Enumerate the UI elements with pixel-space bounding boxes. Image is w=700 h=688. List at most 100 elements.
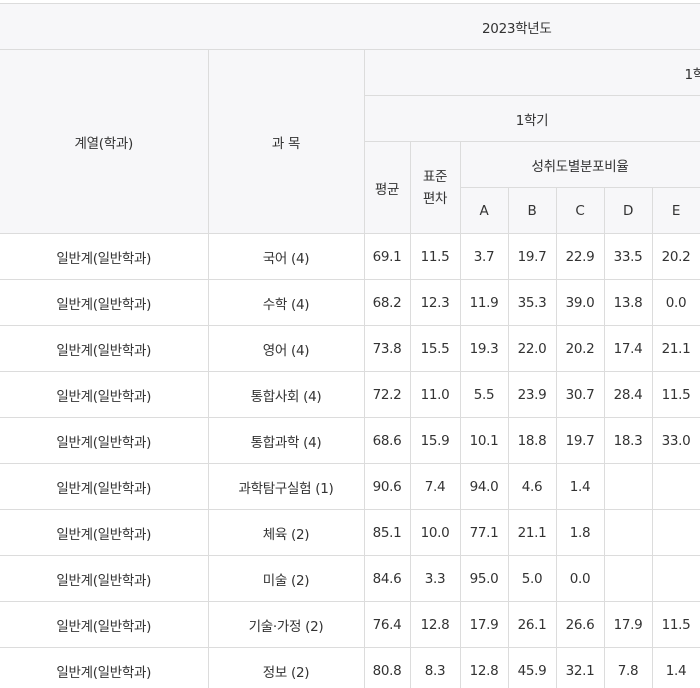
dept-cell: 일반계(일반학과)	[0, 647, 209, 688]
grade-d-cell: 13.8	[603, 279, 653, 326]
grade-d-cell: 18.3	[603, 417, 653, 464]
grade-c-cell: 19.7	[555, 417, 605, 464]
grade-b-cell: 23.9	[507, 371, 557, 418]
grade-e-cell: 33.0	[651, 417, 700, 464]
std-cell: 12.8	[409, 601, 461, 648]
subject-cell: 정보 (2)	[207, 647, 365, 688]
semester-header-label: 1학	[684, 66, 700, 83]
subject-column-header: 과 목	[207, 49, 365, 234]
grade-d-header: D	[603, 187, 653, 234]
avg-cell: 69.1	[363, 233, 411, 280]
year-header: 2023학년도	[0, 3, 700, 50]
std-cell: 15.5	[409, 325, 461, 372]
grade-a-cell: 17.9	[459, 601, 509, 648]
grade-a-cell: 3.7	[459, 233, 509, 280]
table-row: 일반계(일반학과) 통합과학 (4) 68.6 15.9 10.1 18.8 1…	[0, 417, 700, 464]
avg-cell: 80.8	[363, 647, 411, 688]
page-viewport: 2023학년도 계열(학과) 과 목 1학 1학기 평균 표준편차 성취도별분포…	[0, 0, 700, 688]
subject-cell: 미술 (2)	[207, 555, 365, 602]
table-row: 일반계(일반학과) 미술 (2) 84.6 3.3 95.0 5.0 0.0	[0, 555, 700, 602]
subject-cell: 국어 (4)	[207, 233, 365, 280]
table-row: 일반계(일반학과) 통합사회 (4) 72.2 11.0 5.5 23.9 30…	[0, 371, 700, 418]
grade-e-cell	[651, 509, 700, 556]
grade-c-header: C	[555, 187, 605, 234]
grade-c-cell: 30.7	[555, 371, 605, 418]
avg-cell: 73.8	[363, 325, 411, 372]
grade-b-cell: 21.1	[507, 509, 557, 556]
avg-cell: 85.1	[363, 509, 411, 556]
grade-c-cell: 26.6	[555, 601, 605, 648]
grade-d-cell	[603, 555, 653, 602]
std-cell: 7.4	[409, 463, 461, 510]
grade-b-cell: 5.0	[507, 555, 557, 602]
subject-cell: 통합사회 (4)	[207, 371, 365, 418]
grade-e-cell: 11.5	[651, 371, 700, 418]
avg-cell: 90.6	[363, 463, 411, 510]
grade-a-cell: 19.3	[459, 325, 509, 372]
grade-d-cell: 17.9	[603, 601, 653, 648]
std-column-header: 표준 편차	[409, 141, 461, 234]
grade-e-header: E	[651, 187, 700, 234]
grade-b-header: B	[507, 187, 557, 234]
avg-cell: 76.4	[363, 601, 411, 648]
avg-cell: 84.6	[363, 555, 411, 602]
table-row: 일반계(일반학과) 정보 (2) 80.8 8.3 12.8 45.9 32.1…	[0, 647, 700, 688]
grade-c-cell: 32.1	[555, 647, 605, 688]
avg-cell: 72.2	[363, 371, 411, 418]
grade-a-cell: 95.0	[459, 555, 509, 602]
dept-cell: 일반계(일반학과)	[0, 325, 209, 372]
grade-e-cell	[651, 555, 700, 602]
table-header: 2023학년도 계열(학과) 과 목 1학 1학기 평균 표준편차 성취도별분포…	[0, 3, 700, 234]
grade-d-cell: 17.4	[603, 325, 653, 372]
subject-cell: 기술·가정 (2)	[207, 601, 365, 648]
subject-cell: 통합과학 (4)	[207, 417, 365, 464]
grade-e-cell: 21.1	[651, 325, 700, 372]
grade-e-cell: 11.5	[651, 601, 700, 648]
grade-b-cell: 35.3	[507, 279, 557, 326]
std-cell: 11.5	[409, 233, 461, 280]
grade-d-cell: 28.4	[603, 371, 653, 418]
grade-e-cell	[651, 463, 700, 510]
table-row: 일반계(일반학과) 과학탐구실험 (1) 90.6 7.4 94.0 4.6 1…	[0, 463, 700, 510]
std-cell: 3.3	[409, 555, 461, 602]
dept-cell: 일반계(일반학과)	[0, 509, 209, 556]
table-row: 일반계(일반학과) 국어 (4) 69.1 11.5 3.7 19.7 22.9…	[0, 233, 700, 280]
grade-c-cell: 39.0	[555, 279, 605, 326]
grade-a-cell: 77.1	[459, 509, 509, 556]
distribution-header: 성취도별분포비율	[459, 141, 700, 188]
grade-d-cell	[603, 463, 653, 510]
table-body: 일반계(일반학과) 국어 (4) 69.1 11.5 3.7 19.7 22.9…	[0, 233, 700, 688]
grade-b-cell: 18.8	[507, 417, 557, 464]
grade-c-cell: 1.8	[555, 509, 605, 556]
grade-a-cell: 12.8	[459, 647, 509, 688]
table-row: 일반계(일반학과) 기술·가정 (2) 76.4 12.8 17.9 26.1 …	[0, 601, 700, 648]
std-header-line1: 표준	[422, 168, 448, 185]
grade-e-cell: 0.0	[651, 279, 700, 326]
avg-column-header: 평균	[363, 141, 411, 234]
dept-cell: 일반계(일반학과)	[0, 555, 209, 602]
grade-a-cell: 10.1	[459, 417, 509, 464]
dept-cell: 일반계(일반학과)	[0, 233, 209, 280]
grade-d-cell: 33.5	[603, 233, 653, 280]
dept-cell: 일반계(일반학과)	[0, 279, 209, 326]
grade-b-cell: 19.7	[507, 233, 557, 280]
grade-a-cell: 94.0	[459, 463, 509, 510]
std-cell: 15.9	[409, 417, 461, 464]
dept-cell: 일반계(일반학과)	[0, 463, 209, 510]
grade-e-cell: 1.4	[651, 647, 700, 688]
grade-b-cell: 22.0	[507, 325, 557, 372]
subject-cell: 수학 (4)	[207, 279, 365, 326]
grade-c-cell: 1.4	[555, 463, 605, 510]
std-cell: 10.0	[409, 509, 461, 556]
grade-b-cell: 4.6	[507, 463, 557, 510]
half-header: 1학기	[363, 95, 700, 142]
grade-a-cell: 11.9	[459, 279, 509, 326]
dept-column-header: 계열(학과)	[0, 49, 209, 234]
avg-cell: 68.2	[363, 279, 411, 326]
std-cell: 8.3	[409, 647, 461, 688]
std-cell: 12.3	[409, 279, 461, 326]
grade-distribution-table: 2023학년도 계열(학과) 과 목 1학 1학기 평균 표준편차 성취도별분포…	[0, 3, 700, 688]
dept-cell: 일반계(일반학과)	[0, 601, 209, 648]
grade-a-cell: 5.5	[459, 371, 509, 418]
table-row: 일반계(일반학과) 영어 (4) 73.8 15.5 19.3 22.0 20.…	[0, 325, 700, 372]
